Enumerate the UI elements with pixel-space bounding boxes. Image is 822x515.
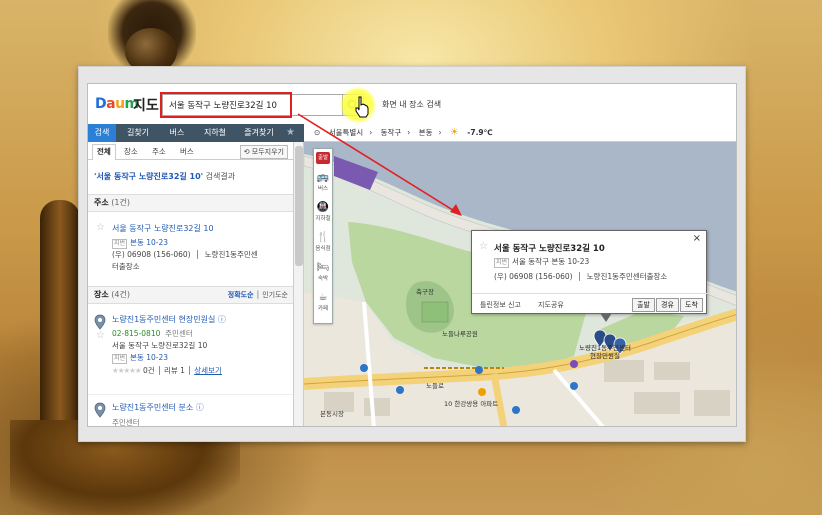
hand-pointer-icon [355,96,369,118]
result-heading: '서울 동작구 노량진로32길 10' 검색결과 [94,172,236,181]
subtab-address[interactable]: 주소 [152,146,166,157]
place-result-title[interactable]: 노량진1동주민센터 현장민원실 ⓘ [112,314,226,325]
share-map-link[interactable]: 지도공유 [538,300,564,310]
map-label-road: 노들로 [426,382,444,390]
tool-subway[interactable]: 🚇 지하철 [314,199,332,225]
favorite-star-icon[interactable]: ☆ [479,241,488,252]
address-result[interactable]: ☆ 서울 동작구 노량진로32길 10 지번 본동 10-23 (우) 06908… [88,218,293,278]
badge-icon: ⓘ [195,403,204,412]
star-icon[interactable]: ★ [286,127,295,138]
search-results-panel: 전체 장소 주소 버스 ⟲ 모두지우기 '서울 동작구 노량진로32길 10' … [88,142,294,426]
subtab-bus[interactable]: 버스 [180,146,194,157]
map-category-toolbar: 출발 🚌 버스 🚇 지하철 🍴 음식점 🛏 숙박 ☕ 카페 [313,148,333,324]
place-result-title[interactable]: 노량진1동주민센터 분소 ⓘ [112,402,204,413]
tool-lodging[interactable]: 🛏 숙박 [314,259,332,285]
map-pin-icon [94,314,106,330]
map-label-apartment: 10 한강쌍용 아파트 [444,400,499,408]
breadcrumb-city[interactable]: 서울특별시 [329,128,364,137]
breadcrumb-dong[interactable]: 본동 [419,128,433,137]
map-label-sports: 축구장 [416,288,434,296]
nav-favorites[interactable]: 즐겨찾기 [236,124,282,142]
daum-map-app: Daum 지도 화면 내 장소 검색 검색 길찾기 버스 [87,83,737,427]
favorite-star-icon[interactable]: ☆ [96,222,105,233]
map-label-nodeul-park: 노들나루공원 [442,330,478,338]
nav-search[interactable]: 검색 [88,124,116,142]
map-pin-label: 노량진1동주민센터 현장민원실 [579,344,631,360]
sort-options: 정확도순 │ 인기도순 [227,291,288,299]
subtab-all[interactable]: 전체 [92,144,116,160]
place-section-header: 장소 (4건) 정확도순 │ 인기도순 [88,286,293,304]
close-icon[interactable]: × [693,233,701,244]
route-via-button[interactable]: 경유 [656,298,679,312]
sort-accuracy[interactable]: 정확도순 [228,291,254,299]
scrollbar-thumb[interactable] [295,146,303,266]
report-error-link[interactable]: 틀린정보 신고 [480,300,521,310]
address-section-header: 주소 (1건) [88,194,293,212]
badge-icon: ⓘ [217,315,226,324]
header: Daum 지도 화면 내 장소 검색 [88,84,736,124]
route-start-button[interactable]: 출발 [632,298,655,312]
subtab-place[interactable]: 장소 [124,146,138,157]
location-breadcrumb: ⊙ 서울특별시 › 동작구 › 본동 › ☀ -7.9℃ [304,124,736,142]
route-end-button[interactable]: 도착 [680,298,703,312]
nav-directions[interactable]: 길찾기 [118,124,158,142]
place-result[interactable]: 노량진1동주민센터 분소 ⓘ 주민센터 [88,394,293,426]
panel-scrollbar[interactable] [294,142,304,426]
nav-subway[interactable]: 지하철 [196,124,234,142]
nav-bus[interactable]: 버스 [160,124,194,142]
map-pin-icon [94,402,106,418]
cafe-icon: ☕ [318,292,328,303]
subway-icon: 🚇 [316,202,330,213]
sort-popularity[interactable]: 인기도순 [262,291,288,299]
map-service-title[interactable]: 지도 [133,95,159,115]
address-result-title[interactable]: 서울 동작구 노량진로32길 10 [112,223,214,234]
start-route-button[interactable]: 출발 [316,152,330,164]
detail-link[interactable]: 상세보기 [194,366,222,375]
sun-icon: ☀ [449,127,459,138]
bus-icon: 🚌 [316,172,330,183]
favorite-star-icon[interactable]: ☆ [96,330,105,341]
address-info-popup: × ☆ 서울 동작구 노량진로32길 10 지번 서울 동작구 본동 10-23 … [471,230,708,322]
bed-icon: 🛏 [316,262,330,273]
rating-stars: ★★★★★ [112,366,142,375]
tool-cafe[interactable]: ☕ 카페 [314,289,332,315]
place-result[interactable]: ☆ 노량진1동주민센터 현장민원실 ⓘ 02-815-0810 주민센터 서울 … [88,310,293,390]
target-icon[interactable]: ⊙ [314,128,320,137]
tool-restaurant[interactable]: 🍴 음식점 [314,229,332,255]
in-map-search-label[interactable]: 화면 내 장소 검색 [382,99,441,110]
popup-footer: 틀린정보 신고 지도공유 출발 경유 도착 [472,293,708,315]
search-highlight-box [160,92,292,118]
result-subtabs: 전체 장소 주소 버스 ⟲ 모두지우기 [88,142,293,160]
popup-title: 서울 동작구 노량진로32길 10 [494,244,605,254]
clear-all-button[interactable]: ⟲ 모두지우기 [239,145,288,159]
main-nav: 검색 길찾기 버스 지하철 즐겨찾기 ★ [88,124,304,142]
screenshot-frame: Daum 지도 화면 내 장소 검색 검색 길찾기 버스 [78,66,746,442]
map-label-market: 본동시장 [320,410,344,418]
tool-bus[interactable]: 🚌 버스 [314,169,332,195]
breadcrumb-district[interactable]: 동작구 [381,128,402,137]
temperature: -7.9℃ [467,128,493,137]
restaurant-icon: 🍴 [316,232,330,243]
background-tower-body [40,200,80,430]
